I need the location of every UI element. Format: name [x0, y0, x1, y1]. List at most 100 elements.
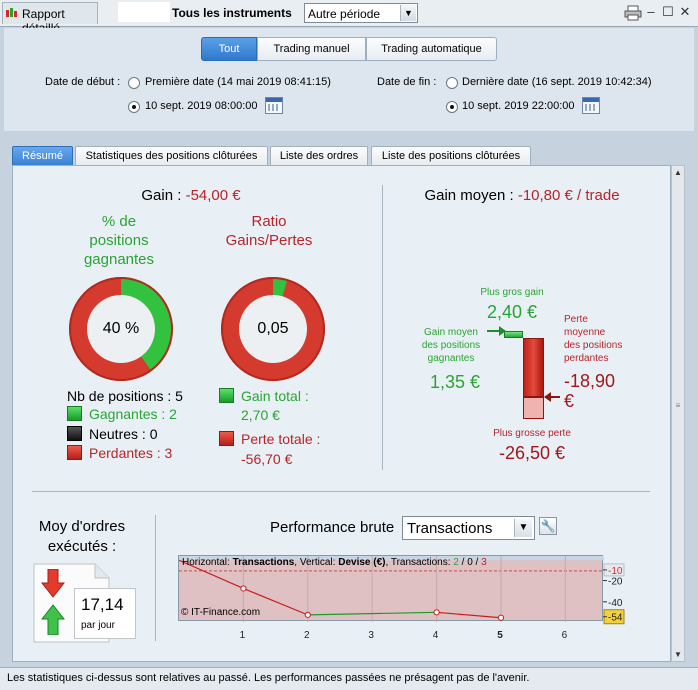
- scroll-up-icon[interactable]: ▲: [672, 166, 684, 179]
- instrument-field[interactable]: [118, 2, 170, 22]
- avg-loss-label-line: moyenne: [564, 327, 606, 338]
- losing-legend-square: [67, 445, 82, 460]
- avg-loss-arrowhead: [544, 392, 551, 402]
- avg-win-label-line: gagnantes: [427, 353, 475, 364]
- orders-value: 17,14: [81, 595, 124, 614]
- neutral-count: Neutres : 0: [89, 426, 158, 442]
- end-custom-label: 10 sept. 2019 22:00:00: [462, 100, 575, 112]
- biggest-loss-bar: [523, 397, 544, 419]
- instruments-label[interactable]: Tous les instruments: [172, 6, 292, 20]
- avg-loss-label-line: Perte: [564, 314, 588, 325]
- pct-title-line: % de: [101, 213, 137, 230]
- segment-automatic[interactable]: Trading automatique: [366, 37, 497, 61]
- avg-gain-label: Gain moyen :: [424, 187, 514, 204]
- segment-all[interactable]: Tout: [201, 37, 257, 61]
- winning-legend-square: [67, 406, 82, 421]
- tab-closed-stats[interactable]: Statistiques des positions clôturées: [75, 146, 268, 165]
- performance-title: Performance brute: [270, 519, 395, 536]
- pct-title-line: gagnantes: [83, 251, 155, 268]
- avg-loss-label-line: des positions: [564, 340, 623, 351]
- gain-heading: Gain : -54,00 €: [0, 187, 382, 204]
- start-first-radio[interactable]: [128, 77, 140, 89]
- avg-win-label-line: Gain moyen: [424, 327, 478, 338]
- y-tick-label: -20: [608, 577, 623, 588]
- report-tab[interactable]: Rapport détaillé: [2, 2, 98, 35]
- vertical-scrollbar[interactable]: ▲ ≡ ▼: [671, 165, 685, 662]
- x-tick-label: 3: [368, 630, 374, 641]
- performance-select[interactable]: Transactions ▼: [402, 516, 535, 540]
- avg-loss-bar: [523, 338, 544, 397]
- biggest-gain-value: 2,40 €: [486, 302, 538, 322]
- up-down-arrows-icon: [41, 569, 65, 635]
- minimize-icon[interactable]: –: [643, 4, 659, 20]
- print-icon[interactable]: [624, 5, 642, 21]
- avg-win-arrowhead: [499, 326, 506, 336]
- y-tick-label: -54: [608, 613, 623, 624]
- losing-count: Perdantes : 3: [89, 445, 173, 461]
- end-custom-radio[interactable]: [446, 101, 458, 113]
- performance-select-value: Transactions: [407, 520, 493, 537]
- scroll-down-icon[interactable]: ▼: [672, 648, 684, 661]
- end-last-radio[interactable]: [446, 77, 458, 89]
- chevron-down-icon[interactable]: ▼: [514, 519, 532, 537]
- ratio-title-line: Gains/Pertes: [225, 232, 313, 249]
- end-date-label: Date de fin :: [377, 76, 437, 88]
- calendar-icon[interactable]: [582, 97, 600, 114]
- loss-total-label: Perte totale :: [241, 431, 321, 447]
- wrench-icon[interactable]: 🔧: [539, 517, 557, 535]
- ratio-title: Ratio Gains/Pertes: [210, 212, 328, 250]
- tab-closed-positions[interactable]: Liste des positions clôturées: [371, 146, 531, 165]
- tab-orders[interactable]: Liste des ordres: [270, 146, 368, 165]
- gain-total-value: 2,70 €: [241, 407, 280, 423]
- gain-total-label: Gain total :: [241, 388, 309, 404]
- pct-title: % de positions gagnantes: [60, 212, 178, 269]
- period-select[interactable]: Autre période ▼: [304, 3, 418, 23]
- tab-summary[interactable]: Résumé: [12, 146, 73, 165]
- segment-manual[interactable]: Trading manuel: [257, 37, 366, 61]
- x-tick-label: 4: [433, 630, 439, 641]
- avg-win-label: Gain moyen des positions gagnantes: [403, 326, 499, 365]
- start-first-label: Première date (14 mai 2019 08:41:15): [145, 76, 331, 88]
- close-icon[interactable]: ✕: [677, 4, 693, 20]
- ratio-value: 0,05: [239, 295, 307, 363]
- avg-gain-value: -10,80 € / trade: [517, 187, 620, 204]
- horizontal-divider: [32, 491, 650, 492]
- gain-value: -54,00 €: [185, 187, 241, 204]
- avg-gain-heading: Gain moyen : -10,80 € / trade: [384, 187, 660, 204]
- pct-title-line: positions: [89, 232, 149, 249]
- maximize-icon[interactable]: ☐: [660, 4, 676, 20]
- biggest-gain-bar: [504, 331, 523, 338]
- y-tick-label: -40: [608, 598, 623, 609]
- avg-loss-value-line: -18,90: [564, 371, 616, 391]
- loss-total-value: -56,70 €: [241, 451, 293, 467]
- winning-pct-donut: 40 %: [69, 277, 173, 381]
- biggest-loss-label: Plus grosse perte: [493, 428, 571, 439]
- chevron-down-icon[interactable]: ▼: [400, 5, 416, 21]
- orders-title-line: exécutés :: [47, 538, 117, 555]
- avg-loss-value-line: €: [564, 391, 575, 411]
- winning-pct-value: 40 %: [87, 295, 155, 363]
- vertical-divider: [155, 515, 156, 641]
- winning-count: Gagnantes : 2: [89, 406, 177, 422]
- loss-total-square: [219, 431, 234, 446]
- x-tick-label: 6: [562, 630, 568, 641]
- calendar-icon[interactable]: [265, 97, 283, 114]
- avg-loss-label-line: perdantes: [564, 353, 609, 364]
- biggest-loss-value: -26,50 €: [498, 443, 566, 463]
- x-tick-label: 5: [497, 630, 503, 641]
- orders-value-box: 17,14 par jour: [74, 588, 136, 639]
- vertical-divider: [382, 185, 383, 470]
- performance-chart-axes: 1 2 3 4 5 6 -10-20 -40 -54: [240, 563, 625, 641]
- period-select-value: Autre période: [308, 7, 381, 21]
- x-tick-label: 1: [240, 630, 246, 641]
- start-date-label: Date de début :: [45, 76, 121, 88]
- x-tick-label: 2: [304, 630, 310, 641]
- orders-title-line: Moy d'ordres: [38, 518, 126, 535]
- orders-unit: par jour: [81, 620, 115, 631]
- avg-win-label-line: des positions: [421, 340, 481, 351]
- biggest-gain-label: Plus gros gain: [480, 287, 544, 298]
- start-custom-radio[interactable]: [128, 101, 140, 113]
- orders-illustration: 17,14 par jour: [33, 563, 143, 643]
- scroll-grip-icon[interactable]: ≡: [674, 402, 682, 410]
- avg-loss-value: -18,90 €: [564, 371, 615, 411]
